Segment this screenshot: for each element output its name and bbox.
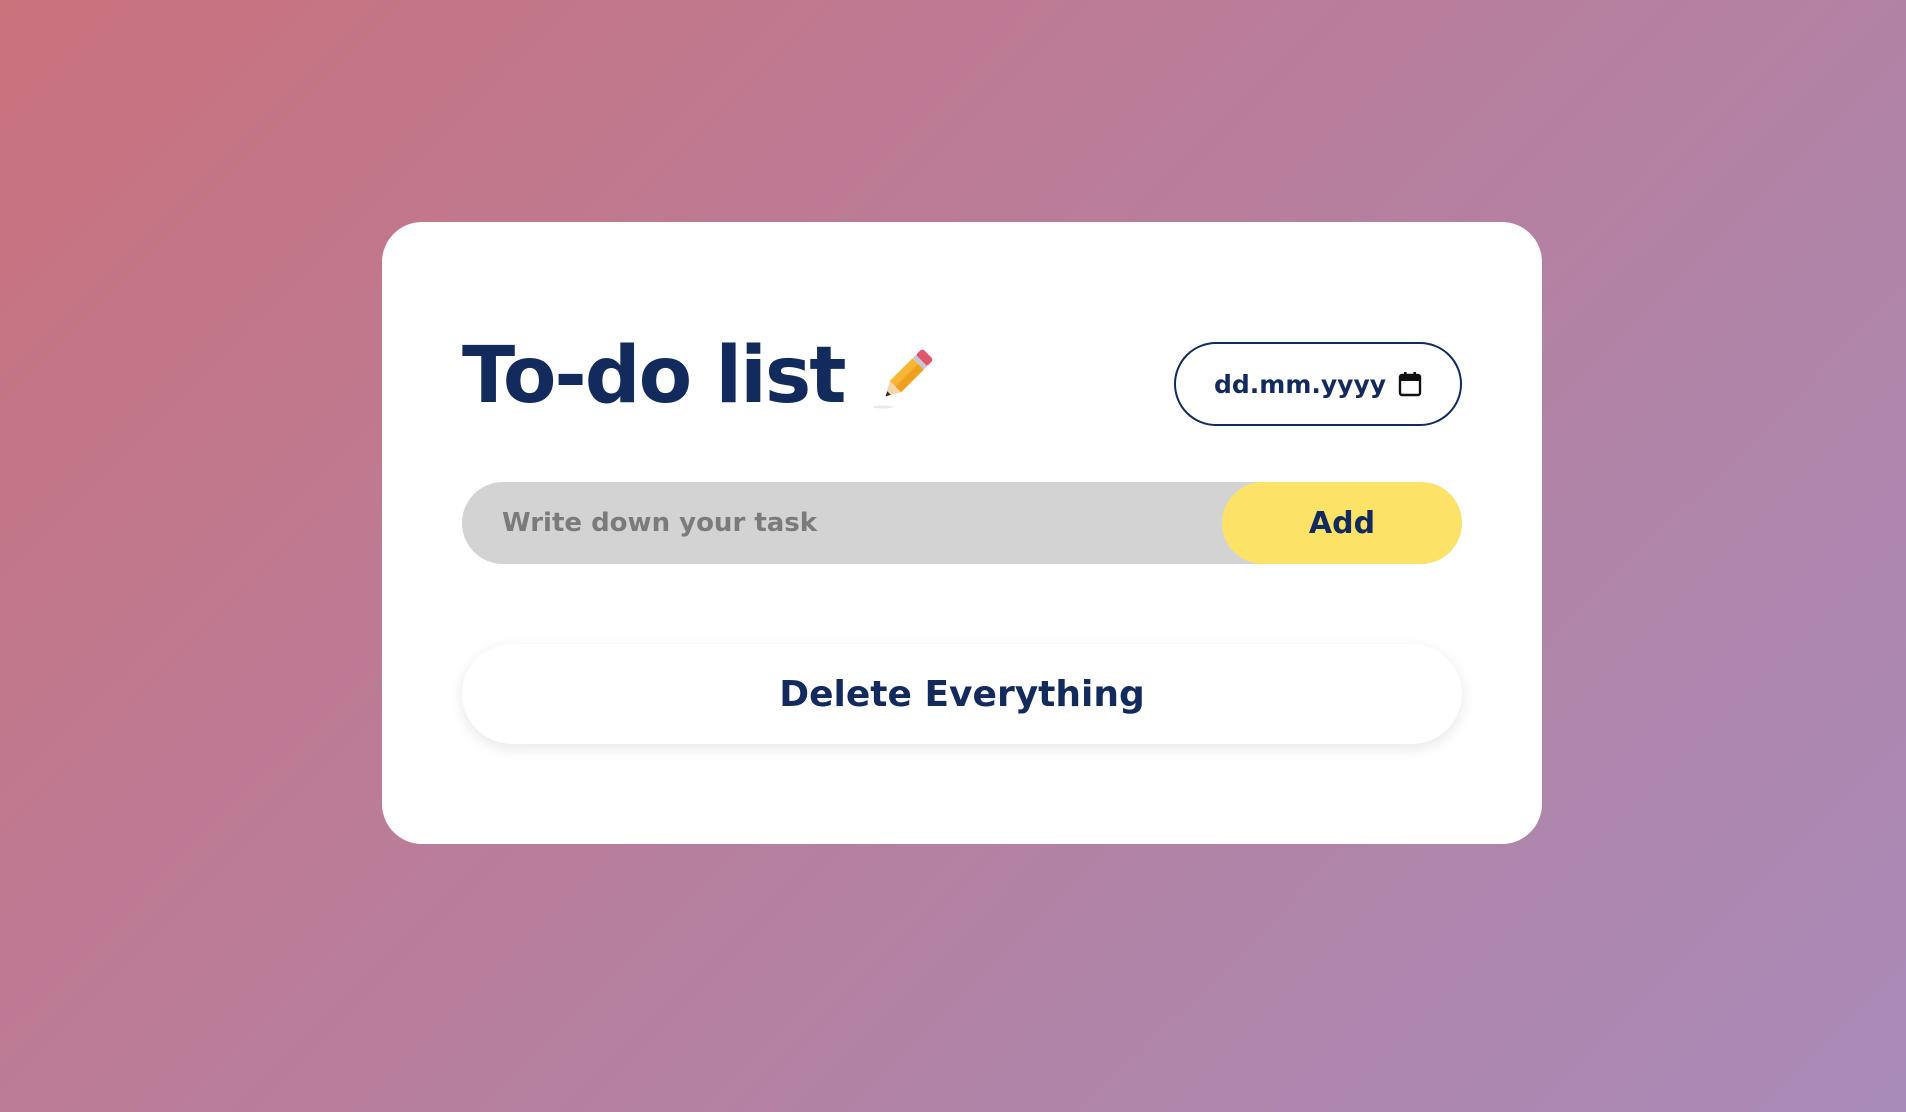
pencil-icon [871,341,941,411]
calendar-icon[interactable] [1398,371,1422,397]
page-title: To-do list [462,331,847,421]
add-button[interactable]: Add [1222,482,1462,564]
date-placeholder: dd.mm.yyyy [1214,369,1387,399]
task-input[interactable] [462,482,1222,564]
header: To-do list [462,337,941,415]
delete-everything-button[interactable]: Delete Everything [462,644,1462,744]
todo-card: To-do list dd.mm.yyyy Write down your ta… [382,222,1542,844]
date-input[interactable]: dd.mm.yyyy [1174,342,1462,426]
task-entry-row: Add [462,482,1462,564]
